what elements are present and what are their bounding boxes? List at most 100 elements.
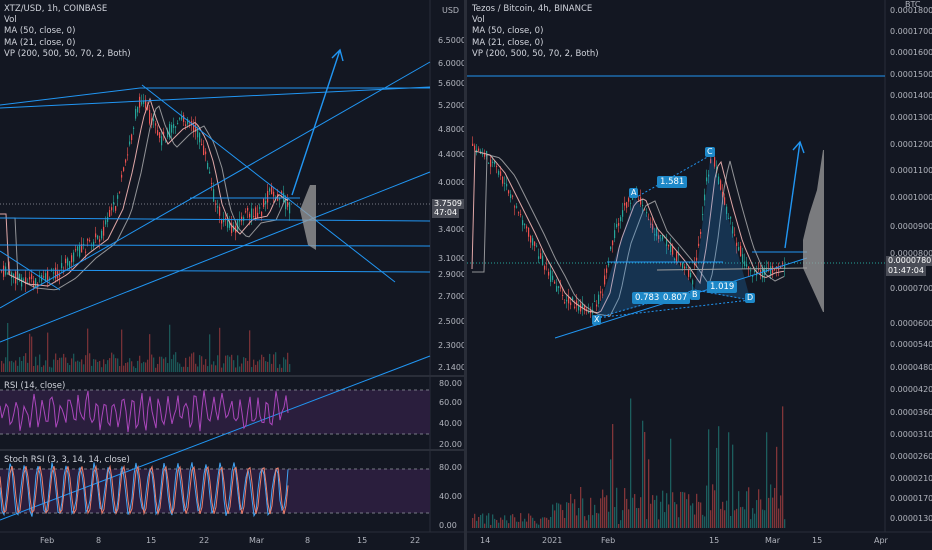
volume-bar [494, 518, 496, 528]
left-chart-canvas[interactable] [0, 0, 464, 550]
price-tick-label: 4.4000 [438, 150, 464, 159]
candle-body [604, 275, 606, 285]
left-vp-label[interactable]: VP (200, 500, 50, 70, 2, Both) [4, 49, 131, 60]
volume-bar [710, 510, 712, 528]
candle-body [207, 162, 209, 169]
left-rsi-title[interactable]: RSI (14, close) [4, 381, 65, 391]
volume-bar [159, 356, 161, 372]
volume-bar [722, 501, 724, 528]
harmonic-point-x[interactable]: X [592, 315, 602, 325]
left-ma21-label[interactable]: MA (21, close, 0) [4, 38, 131, 49]
right-vp-label[interactable]: VP (200, 500, 50, 70, 2, Both) [472, 49, 599, 60]
candle-body [109, 210, 111, 217]
volume-bar [478, 516, 480, 528]
harmonic-point-c[interactable]: C [705, 147, 715, 157]
volume-bar [690, 505, 692, 528]
candle-body [478, 148, 480, 151]
projection-arrow [784, 141, 801, 249]
volume-profile [803, 150, 824, 312]
volume-bar [678, 517, 680, 528]
candle-body [211, 182, 213, 184]
right-chart-canvas[interactable] [467, 0, 932, 550]
volume-bar [73, 353, 75, 372]
volume-bar [714, 490, 716, 528]
candle-body [516, 206, 518, 208]
left-symbol-title[interactable]: XTZ/USD, 1h, COINBASE [4, 4, 131, 15]
left-stoch-title[interactable]: Stoch RSI (3, 3, 14, 14, close) [4, 455, 130, 465]
harmonic-point-a[interactable]: A [629, 188, 639, 198]
candle-body [642, 204, 644, 207]
time-tick-label: Mar [765, 536, 781, 545]
candle-body [267, 191, 269, 203]
price-tick-label: 0.0000540 [890, 340, 932, 349]
ratio-label-xb[interactable]: 0.783 [632, 292, 663, 304]
candle-body [199, 133, 201, 143]
volume-bar [514, 517, 516, 528]
volume-bar [666, 493, 668, 528]
right-chart-pane[interactable]: Tezos / Bitcoin, 4h, BINANCE Vol MA (50,… [467, 0, 932, 550]
candle-body [660, 234, 662, 236]
candle-body [273, 191, 275, 197]
ratio-label-ac[interactable]: 1.581 [657, 176, 688, 188]
candle-body [492, 161, 494, 164]
candle-body [640, 197, 642, 205]
price-tick-label: 5.6000 [438, 79, 464, 88]
volume-bar [283, 357, 285, 372]
volume-bar [187, 366, 189, 372]
candle-body [209, 171, 211, 174]
candle-body [506, 183, 508, 187]
price-tick-label: 0.0001600 [890, 48, 932, 57]
volume-bar [724, 510, 726, 528]
volume-bar [51, 367, 53, 372]
price-tick-label: 0.0001400 [890, 91, 932, 100]
candle-body [614, 230, 616, 239]
volume-bar [227, 355, 229, 372]
harmonic-point-d[interactable]: D [745, 293, 756, 303]
candle-body [205, 151, 207, 155]
price-tick-label: 0.0000310 [890, 430, 932, 439]
candle-body [622, 210, 624, 217]
harmonic-point-b[interactable]: B [690, 290, 700, 300]
time-tick-label: 15 [146, 536, 157, 545]
candle-body [133, 127, 135, 129]
candle-body [574, 306, 576, 309]
left-chart-pane[interactable]: XTZ/USD, 1h, COINBASE Vol MA (50, close,… [0, 0, 464, 550]
candle-body [227, 219, 229, 228]
candle-body [255, 207, 257, 219]
candle-body [265, 200, 267, 205]
volume-bar [684, 492, 686, 528]
candle-body [740, 245, 742, 257]
right-ma50-label[interactable]: MA (50, close, 0) [472, 26, 599, 37]
candle-body [532, 238, 534, 246]
candle-body [552, 275, 554, 280]
volume-bar [668, 504, 670, 528]
volume-bar [706, 485, 708, 528]
volume-bar [23, 356, 25, 372]
right-vol-label[interactable]: Vol [472, 15, 599, 26]
ratio-label-ab[interactable]: 0.807 [660, 292, 691, 304]
volume-bar [261, 354, 263, 372]
candle-body [183, 115, 185, 122]
candle-body [534, 241, 536, 246]
left-currency-label: USD [442, 6, 460, 15]
price-tick-label: 4.0000 [438, 178, 464, 187]
volume-bar [616, 487, 618, 528]
volume-bar [57, 360, 59, 372]
volume-bar [153, 357, 155, 372]
left-vol-label[interactable]: Vol [4, 15, 131, 26]
right-symbol-title[interactable]: Tezos / Bitcoin, 4h, BINANCE [472, 4, 599, 15]
volume-bar [149, 334, 151, 372]
candle-body [173, 124, 175, 128]
volume-bar [720, 508, 722, 528]
left-ma50-label[interactable]: MA (50, close, 0) [4, 26, 131, 37]
right-ma21-label[interactable]: MA (21, close, 0) [472, 38, 599, 49]
volume-bar [45, 360, 47, 372]
candle-body [251, 208, 253, 220]
volume-bar [544, 517, 546, 528]
volume-bar [486, 515, 488, 528]
ratio-label-bd[interactable]: 1.019 [707, 281, 738, 293]
volume-bar [201, 356, 203, 372]
rsi-tick-label: 80.00 [439, 379, 462, 388]
volume-bar [219, 327, 221, 372]
volume-bar [253, 359, 255, 372]
